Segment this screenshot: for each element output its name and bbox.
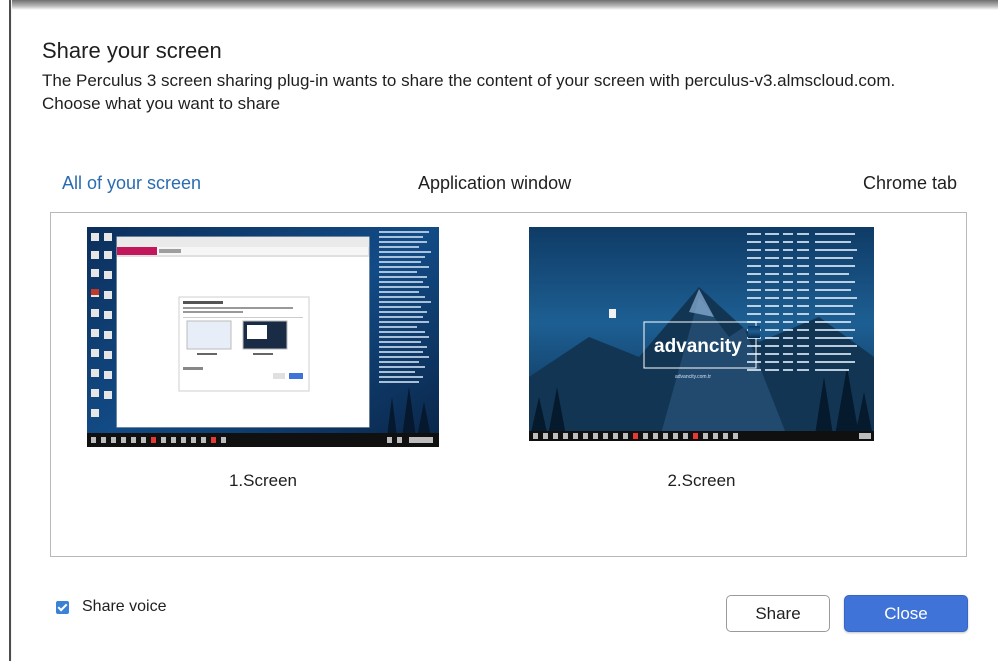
tab-label: Application window: [418, 173, 572, 193]
share-voice-label: Share voice: [82, 598, 167, 615]
screen-option-1[interactable]: 1.Screen: [87, 227, 439, 490]
share-voice-checkbox[interactable]: Share voice: [56, 598, 167, 616]
tab-all-of-your-screen[interactable]: All of your screen: [62, 170, 220, 214]
dialog-description: The Perculus 3 screen sharing plug-in wa…: [42, 69, 992, 115]
close-button[interactable]: Close: [844, 595, 968, 632]
advancity-logo-subtext: advancity.com.tr: [675, 374, 711, 380]
screen-2-thumbnail: advancity advancity.com.tr: [529, 227, 874, 441]
screen-option-2[interactable]: advancity advancity.com.tr 2.Screen: [529, 227, 874, 490]
screen-list-panel: 1.Screen advancity advancity.com.tr 2.Sc…: [50, 212, 967, 557]
dialog-title: Share your screen: [42, 38, 222, 63]
checkbox-checked-icon[interactable]: [56, 600, 69, 614]
share-screen-dialog: Share your screen The Perculus 3 screen …: [12, 10, 998, 661]
tab-label: Chrome tab: [862, 173, 957, 193]
screen-2-label: 2.Screen: [667, 471, 736, 490]
share-button[interactable]: Share: [726, 595, 830, 632]
window-frame-top: [0, 0, 998, 10]
description-line-1: The Perculus 3 screen sharing plug-in wa…: [42, 71, 896, 90]
source-tabs: All of your screen Application window Ch…: [12, 170, 998, 214]
screen-1-thumbnail: [87, 227, 439, 447]
description-line-2: Choose what you want to share: [42, 94, 281, 113]
tab-label: All of your screen: [62, 173, 202, 193]
window-frame-left: [0, 0, 12, 661]
tab-application-window[interactable]: Application window: [418, 170, 571, 214]
screen-1-label: 1.Screen: [228, 471, 298, 490]
advancity-logo-text: advancity: [654, 336, 742, 357]
tab-chrome-tab[interactable]: Chrome tab: [863, 170, 957, 214]
